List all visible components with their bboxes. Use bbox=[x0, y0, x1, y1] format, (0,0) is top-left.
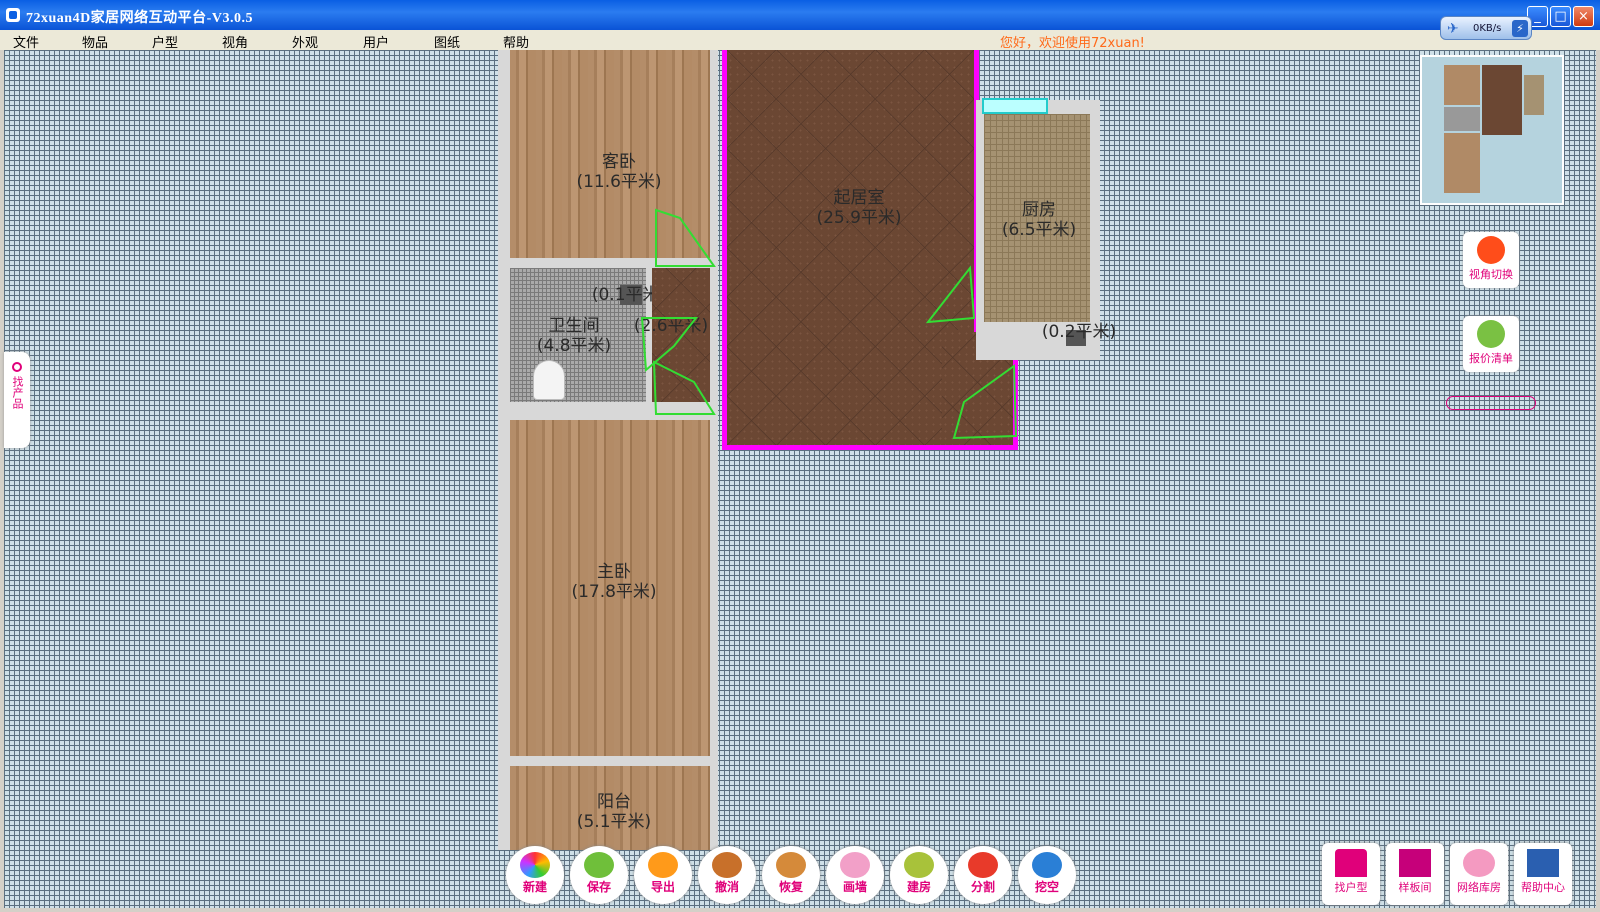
menu-items[interactable]: 物品 bbox=[82, 32, 108, 51]
virus-icon bbox=[1032, 852, 1062, 878]
tool-split-button[interactable]: 分割 bbox=[954, 846, 1012, 904]
plane-icon: ✈ bbox=[1447, 21, 1459, 37]
window-title: 72xuan4D家居网络互动平台-V3.0.5 bbox=[26, 11, 253, 26]
menu-help[interactable]: 帮助 bbox=[503, 32, 529, 51]
panel-slider[interactable] bbox=[1446, 396, 1536, 410]
nav-label: 帮助中心 bbox=[1521, 881, 1565, 894]
minimap-room bbox=[1444, 133, 1480, 193]
minimap[interactable] bbox=[1420, 55, 1564, 205]
koala-icon bbox=[584, 852, 614, 878]
door-swing-bath bbox=[640, 317, 699, 373]
close-button[interactable]: × bbox=[1573, 6, 1594, 27]
minimap-room bbox=[1444, 107, 1480, 131]
house-icon bbox=[1335, 849, 1367, 877]
maximize-button[interactable]: □ bbox=[1550, 6, 1571, 27]
nav-help-center-button[interactable]: 帮助中心 bbox=[1514, 843, 1572, 905]
tool-draw-wall-button[interactable]: 画墙 bbox=[826, 846, 884, 904]
search-icon bbox=[12, 362, 22, 372]
tool-label: 导出 bbox=[650, 880, 675, 894]
net-speed-widget[interactable]: ✈ 0KB/s ⚡ bbox=[1440, 16, 1532, 40]
menu-user[interactable]: 用户 bbox=[363, 32, 389, 51]
quote-list-label: 报价清单 bbox=[1469, 352, 1513, 365]
nav-label: 网络库房 bbox=[1457, 881, 1501, 894]
pig-icon bbox=[1463, 849, 1495, 877]
greeting-text: 您好，欢迎使用72xuan! bbox=[1000, 36, 1145, 51]
book-icon bbox=[1527, 849, 1559, 877]
menu-view[interactable]: 视角 bbox=[222, 32, 248, 51]
lion-icon bbox=[1477, 236, 1505, 264]
quote-list-button[interactable]: 报价清单 bbox=[1463, 316, 1519, 372]
door-swing-guest bbox=[655, 208, 716, 267]
tool-label: 画墙 bbox=[842, 880, 867, 894]
pencil-icon bbox=[840, 852, 870, 878]
menu-appearance[interactable]: 外观 bbox=[292, 32, 318, 51]
door-swing-kitchen bbox=[925, 265, 976, 324]
bolt-icon: ⚡ bbox=[1512, 20, 1528, 37]
minimap-room bbox=[1482, 65, 1522, 135]
title-bar: 72xuan4D家居网络互动平台-V3.0.5 bbox=[0, 0, 1600, 30]
tool-build-room-button[interactable]: 建房 bbox=[890, 846, 948, 904]
view-switch-label: 视角切换 bbox=[1469, 268, 1513, 281]
nav-online-warehouse-button[interactable]: 网络库房 bbox=[1450, 843, 1508, 905]
menu-file[interactable]: 文件 bbox=[13, 32, 39, 51]
nav-find-floorplan-button[interactable]: 找户型 bbox=[1322, 843, 1380, 905]
tool-export-button[interactable]: 导出 bbox=[634, 846, 692, 904]
tiger-icon bbox=[776, 852, 806, 878]
tool-label: 撤消 bbox=[714, 880, 739, 894]
tool-label: 挖空 bbox=[1034, 880, 1059, 894]
bear-icon bbox=[712, 852, 742, 878]
app-icon bbox=[6, 8, 20, 22]
tool-label: 建房 bbox=[906, 880, 931, 894]
door-outlines bbox=[640, 208, 1018, 440]
orange-icon bbox=[648, 852, 678, 878]
tool-label: 恢复 bbox=[778, 880, 803, 894]
door-swing-living bbox=[952, 364, 1018, 440]
net-speed-value: 0KB/s bbox=[1473, 23, 1502, 34]
nav-label: 样板间 bbox=[1398, 881, 1432, 894]
design-canvas[interactable]: 客卧 (11.6平米) 卫生间 (4.8平米) (0.1平米) (2.6平米) … bbox=[4, 50, 1596, 908]
tool-label: 保存 bbox=[586, 880, 611, 894]
money-bag-icon bbox=[1477, 320, 1505, 348]
menu-drawings[interactable]: 图纸 bbox=[434, 32, 460, 51]
ruler-icon bbox=[1399, 849, 1431, 877]
tool-hollow-button[interactable]: 挖空 bbox=[1018, 846, 1076, 904]
tool-label: 分割 bbox=[970, 880, 995, 894]
tool-new-button[interactable]: 新建 bbox=[506, 846, 564, 904]
find-product-label: 找产品 bbox=[11, 376, 24, 409]
menu-bar: 文件 物品 户型 视角 外观 用户 图纸 帮助 您好，欢迎使用72xuan! bbox=[0, 30, 1600, 51]
minimap-room bbox=[1524, 75, 1544, 115]
minimap-room bbox=[1444, 65, 1480, 105]
menu-floorplan[interactable]: 户型 bbox=[152, 32, 178, 51]
tool-redo-button[interactable]: 恢复 bbox=[762, 846, 820, 904]
find-product-tab[interactable]: 找产品 bbox=[4, 352, 30, 448]
apple-icon bbox=[968, 852, 998, 878]
nav-label: 找户型 bbox=[1334, 881, 1368, 894]
door-swing-corridor bbox=[652, 360, 716, 415]
tool-undo-button[interactable]: 撤消 bbox=[698, 846, 756, 904]
elephant-icon bbox=[904, 852, 934, 878]
tool-label: 新建 bbox=[522, 880, 547, 894]
view-switch-button[interactable]: 视角切换 bbox=[1463, 232, 1519, 288]
rainbow-icon bbox=[520, 852, 550, 878]
nav-showroom-button[interactable]: 样板间 bbox=[1386, 843, 1444, 905]
tool-save-button[interactable]: 保存 bbox=[570, 846, 628, 904]
